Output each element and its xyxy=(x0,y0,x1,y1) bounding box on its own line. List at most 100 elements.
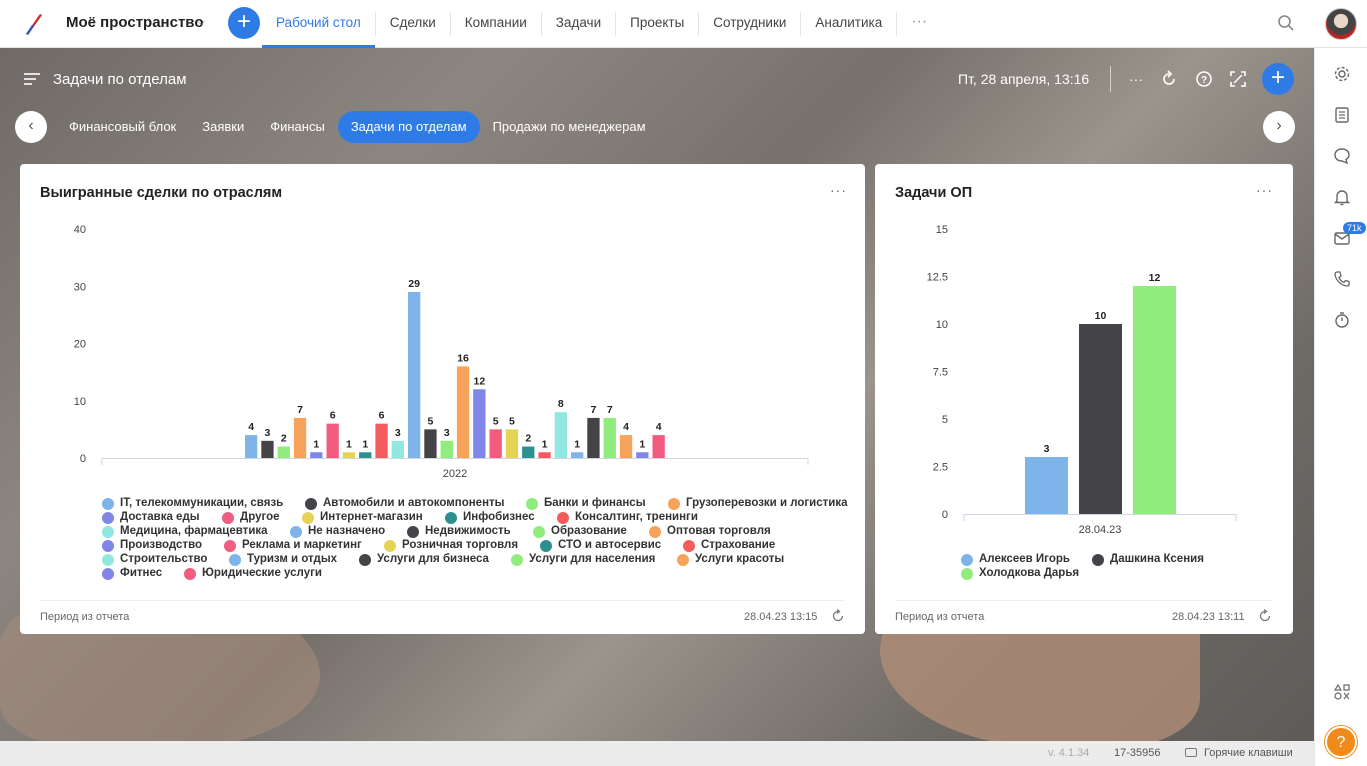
legend-label: Интернет-магазин xyxy=(320,511,423,523)
chart-bar[interactable] xyxy=(619,435,633,458)
menu-icon[interactable] xyxy=(24,72,40,86)
chart-bar[interactable] xyxy=(342,452,356,458)
legend-label: Юридические услуги xyxy=(202,567,322,579)
chart-bar[interactable] xyxy=(326,423,339,458)
chart-bar[interactable] xyxy=(359,452,372,458)
tabs-next-button[interactable]: › xyxy=(1263,111,1295,143)
chart-bar[interactable] xyxy=(473,389,486,458)
legend-swatch xyxy=(222,512,234,524)
chart-bar[interactable] xyxy=(522,446,535,458)
legend-swatch xyxy=(1092,554,1104,566)
chart-bar[interactable] xyxy=(489,429,502,458)
legend-swatch xyxy=(290,526,302,538)
nav-item-desktop[interactable]: Рабочий стол xyxy=(262,0,375,48)
chart-bar[interactable] xyxy=(310,452,323,458)
chart-bar[interactable] xyxy=(1079,324,1122,514)
legend-swatch xyxy=(407,526,419,538)
data-label: 5 xyxy=(428,415,434,427)
phone-icon[interactable] xyxy=(1333,270,1351,288)
right-sidebar: 71k ? xyxy=(1314,48,1367,766)
tab-dept-tasks[interactable]: Задачи по отделам xyxy=(337,111,480,143)
y-tick-label: 10 xyxy=(936,319,948,331)
chart-bar[interactable] xyxy=(603,417,616,458)
widget-more-icon[interactable]: ··· xyxy=(830,182,847,198)
data-label: 5 xyxy=(493,415,499,427)
avatar[interactable] xyxy=(1325,8,1357,40)
nav-item-deals[interactable]: Сделки xyxy=(376,0,450,48)
data-label: 29 xyxy=(408,278,420,290)
legend-label: Услуги для бизнеса xyxy=(377,553,489,565)
more-icon[interactable]: ··· xyxy=(1127,70,1145,88)
bell-icon[interactable] xyxy=(1333,188,1351,206)
hotkeys-link[interactable]: Горячие клавиши xyxy=(1204,747,1293,759)
legend-label: Строительство xyxy=(120,553,208,565)
widget-more-icon[interactable]: ··· xyxy=(1256,182,1273,198)
widget-won-deals: Выигранные сделки по отраслям ··· 0 10 20 3… xyxy=(20,164,865,634)
help-circle-icon[interactable]: ? xyxy=(1195,70,1213,88)
y-tick-label: 12.5 xyxy=(927,272,948,284)
tab-sales-by-manager[interactable]: Продажи по менеджерам xyxy=(480,111,659,143)
chart-bar[interactable] xyxy=(440,440,453,458)
legend-label: IT, телекоммуникации, связь xyxy=(120,497,284,509)
data-label: 12 xyxy=(1149,272,1161,284)
refresh-icon[interactable] xyxy=(1160,70,1178,88)
chart-bar[interactable] xyxy=(293,417,307,458)
chart-bar[interactable] xyxy=(1025,457,1068,514)
help-button[interactable]: ? xyxy=(1325,726,1357,758)
gear-icon[interactable] xyxy=(1333,65,1351,83)
tabs-prev-button[interactable]: ‹ xyxy=(15,111,47,143)
tab-finance-block[interactable]: Финансовый блок xyxy=(56,111,189,143)
op-tasks-chart: 0 2.5 5 7.5 10 12.5 15 28.04.23 3 10 12 xyxy=(927,224,1237,536)
chart-bar[interactable] xyxy=(505,429,519,458)
chart-bar[interactable] xyxy=(424,429,437,458)
timer-icon[interactable] xyxy=(1333,311,1351,329)
tab-finance[interactable]: Финансы xyxy=(257,111,338,143)
add-widget-button[interactable]: + xyxy=(1262,63,1294,95)
chat-icon[interactable] xyxy=(1333,147,1351,165)
chart-bar[interactable] xyxy=(652,435,665,458)
chart-bar[interactable] xyxy=(571,452,584,458)
search-icon[interactable] xyxy=(1277,14,1295,32)
chart-bar[interactable] xyxy=(587,417,600,458)
chart-bar[interactable] xyxy=(408,291,421,458)
chart-bar[interactable] xyxy=(261,440,274,458)
nav-more-icon[interactable]: ··· xyxy=(897,0,941,48)
apps-icon[interactable] xyxy=(1333,683,1351,701)
data-label: 10 xyxy=(1095,310,1107,322)
chart-bar[interactable] xyxy=(554,412,567,458)
nav-item-projects[interactable]: Проекты xyxy=(616,0,698,48)
legend-label: Услуги красоты xyxy=(695,553,785,565)
x-tick-label: 2022 xyxy=(443,468,467,480)
refresh-icon[interactable] xyxy=(1258,609,1272,623)
document-icon[interactable] xyxy=(1333,106,1351,124)
x-tick-label: 28.04.23 xyxy=(1079,524,1122,536)
space-name[interactable]: Моё пространство xyxy=(66,14,203,31)
legend-swatch xyxy=(526,498,538,510)
chart-bar[interactable] xyxy=(636,452,649,458)
fullscreen-icon[interactable] xyxy=(1229,70,1247,88)
chart-bar[interactable] xyxy=(277,446,290,458)
chart-bar[interactable] xyxy=(391,440,404,458)
nav-item-employees[interactable]: Сотрудники xyxy=(699,0,800,48)
y-tick-label: 30 xyxy=(74,281,86,293)
legend-swatch xyxy=(102,568,114,580)
chart-bar[interactable] xyxy=(1133,286,1176,514)
chart-bar[interactable] xyxy=(456,366,470,458)
refresh-icon[interactable] xyxy=(831,609,845,623)
legend-swatch xyxy=(668,498,680,510)
data-label: 4 xyxy=(656,421,662,433)
chevron-down-icon[interactable]: ⌵ xyxy=(197,16,205,29)
create-button[interactable]: + xyxy=(228,7,260,39)
y-tick-label: 20 xyxy=(74,339,86,351)
nav-item-tasks[interactable]: Задачи xyxy=(542,0,615,48)
chart-bar[interactable] xyxy=(245,435,258,458)
tab-requests[interactable]: Заявки xyxy=(189,111,257,143)
widget-title: Задачи ОП xyxy=(895,185,973,201)
nav-item-analytics[interactable]: Аналитика xyxy=(801,0,896,48)
chart-bar[interactable] xyxy=(375,423,388,458)
chart-bar[interactable] xyxy=(538,452,551,458)
legend-swatch xyxy=(445,512,457,524)
legend-swatch xyxy=(649,526,661,538)
nav-item-companies[interactable]: Компании xyxy=(451,0,541,48)
logo-icon[interactable] xyxy=(22,12,46,36)
